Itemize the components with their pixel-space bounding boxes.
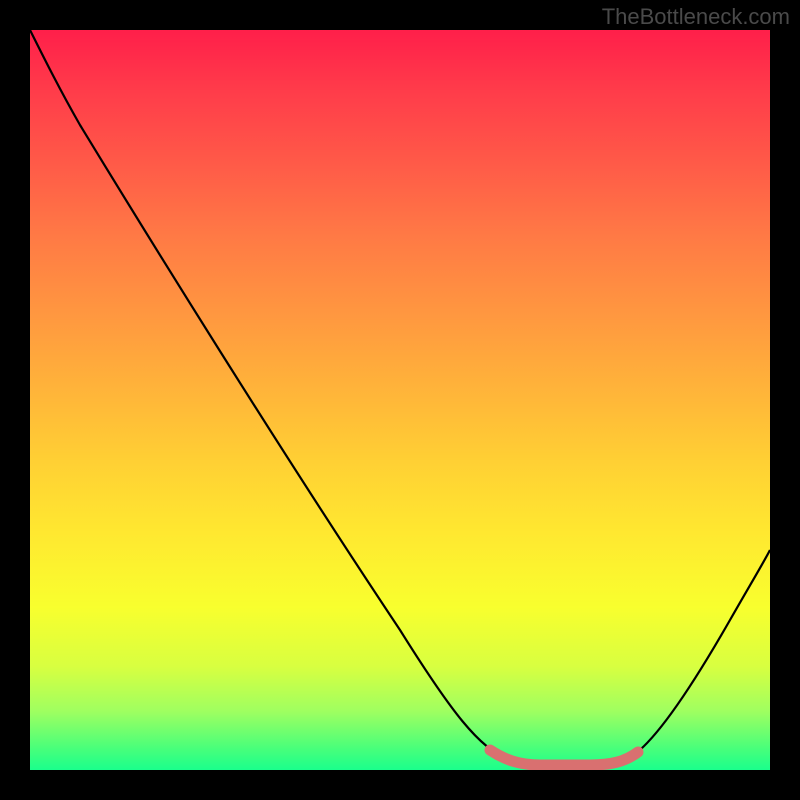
curve-layer xyxy=(30,30,770,770)
bottleneck-curve-path xyxy=(30,30,770,765)
chart-plot-area xyxy=(30,30,770,770)
highlight-band-path xyxy=(490,750,638,765)
watermark-text: TheBottleneck.com xyxy=(602,4,790,30)
